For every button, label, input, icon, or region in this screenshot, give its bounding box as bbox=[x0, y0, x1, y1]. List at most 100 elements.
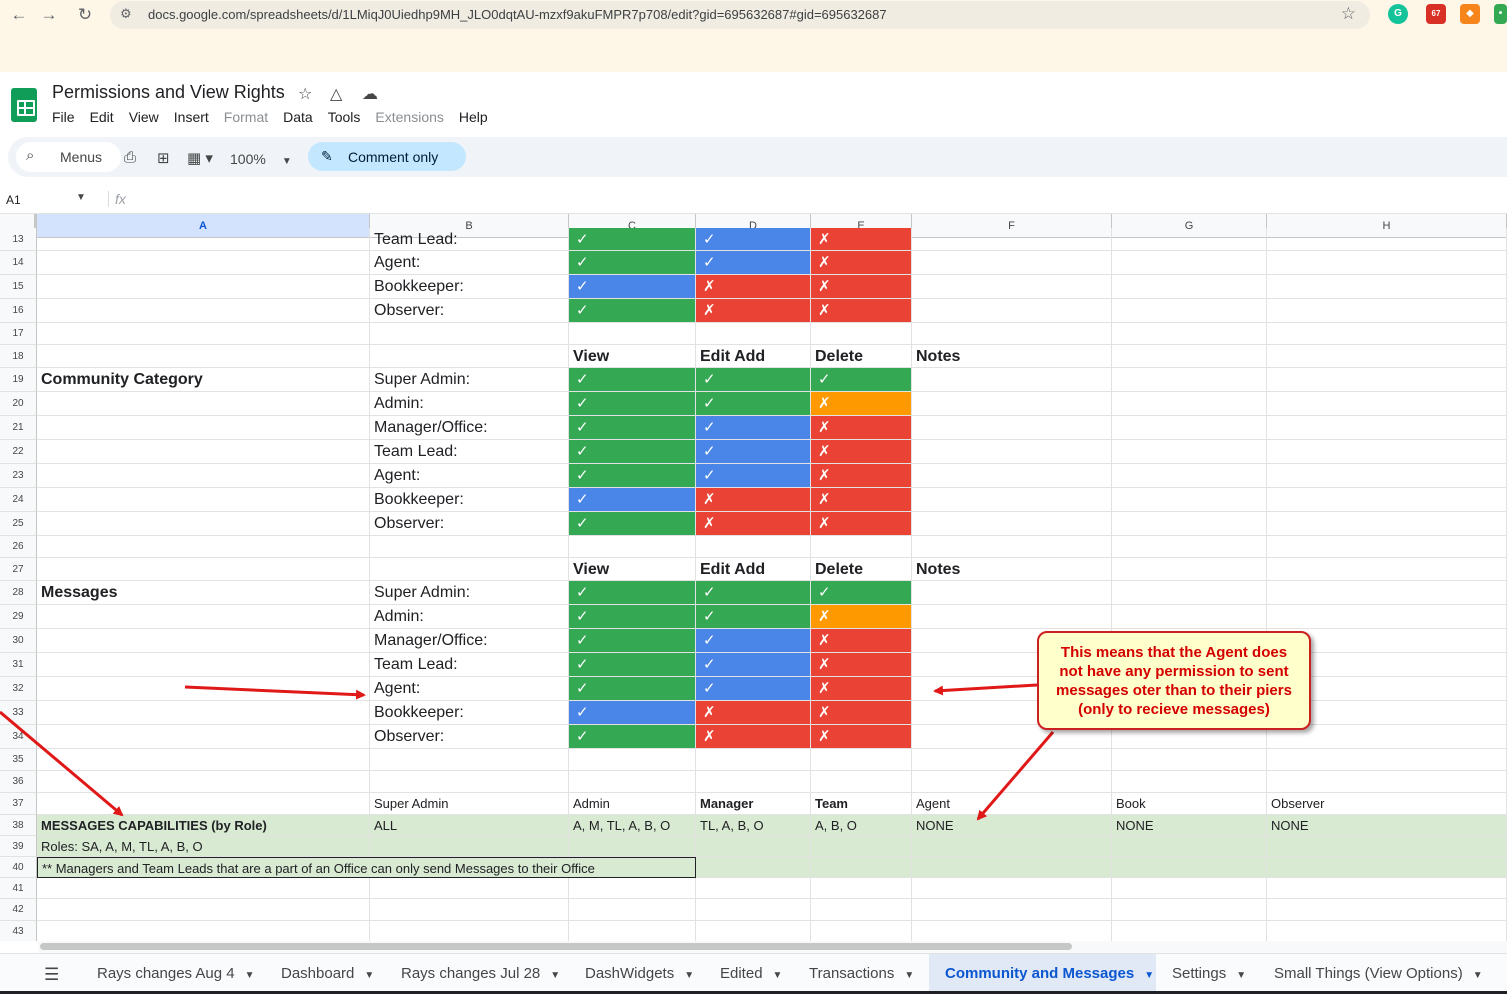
cell-a38[interactable]: MESSAGES CAPABILITIES (by Role) bbox=[37, 815, 370, 836]
cell-c34[interactable]: ✓ bbox=[569, 725, 696, 749]
cell-d42[interactable] bbox=[696, 899, 811, 921]
all-sheets-menu-icon[interactable]: ☰ bbox=[44, 965, 59, 985]
cell-a16[interactable] bbox=[37, 299, 370, 323]
cell-e35[interactable] bbox=[811, 749, 912, 771]
cell-e19[interactable]: ✓ bbox=[811, 368, 912, 392]
cell-f14[interactable] bbox=[912, 251, 1112, 275]
cell-h17[interactable] bbox=[1267, 323, 1507, 345]
cell-f35[interactable] bbox=[912, 749, 1112, 771]
cell-a23[interactable] bbox=[37, 464, 370, 488]
cell-d24[interactable]: ✗ bbox=[696, 488, 811, 512]
cell-d38[interactable]: TL, A, B, O bbox=[696, 815, 811, 836]
calendar-extension-icon[interactable]: 67 bbox=[1426, 4, 1446, 24]
cell-h41[interactable] bbox=[1267, 878, 1507, 899]
cell-b39[interactable] bbox=[370, 836, 569, 857]
cell-g19[interactable] bbox=[1112, 368, 1267, 392]
sheet-tab-rays-changes-jul-28[interactable]: Rays changes Jul 28 ▼ bbox=[385, 954, 569, 992]
cell-c18[interactable]: View bbox=[569, 345, 696, 368]
cell-g24[interactable] bbox=[1112, 488, 1267, 512]
cell-a32[interactable] bbox=[37, 677, 370, 701]
cell-d41[interactable] bbox=[696, 878, 811, 899]
cell-h40[interactable] bbox=[1267, 857, 1507, 878]
cell-f13[interactable] bbox=[912, 228, 1112, 251]
zoom-select[interactable]: 100% ▼ bbox=[230, 151, 292, 167]
cell-e16[interactable]: ✗ bbox=[811, 299, 912, 323]
cell-c38[interactable]: A, M, TL, A, B, O bbox=[569, 815, 696, 836]
cell-e13[interactable]: ✗ bbox=[811, 228, 912, 251]
cell-d13[interactable]: ✓ bbox=[696, 228, 811, 251]
row-header-33[interactable]: 33 bbox=[0, 701, 37, 725]
cell-d40[interactable] bbox=[696, 857, 811, 878]
row-header-16[interactable]: 16 bbox=[0, 299, 37, 323]
cell-a14[interactable] bbox=[37, 251, 370, 275]
move-to-drive-icon[interactable]: △ bbox=[330, 84, 342, 104]
cell-h24[interactable] bbox=[1267, 488, 1507, 512]
cell-h13[interactable] bbox=[1267, 228, 1507, 251]
cell-e42[interactable] bbox=[811, 899, 912, 921]
cell-d23[interactable]: ✓ bbox=[696, 464, 811, 488]
row-header-32[interactable]: 32 bbox=[0, 677, 37, 701]
cell-g39[interactable] bbox=[1112, 836, 1267, 857]
cell-f19[interactable] bbox=[912, 368, 1112, 392]
row-header-23[interactable]: 23 bbox=[0, 464, 37, 488]
cell-d21[interactable]: ✓ bbox=[696, 416, 811, 440]
cell-f37[interactable]: Agent bbox=[912, 793, 1112, 815]
cell-c14[interactable]: ✓ bbox=[569, 251, 696, 275]
cell-f28[interactable] bbox=[912, 581, 1112, 605]
sheet-tab-dashwidgets[interactable]: DashWidgets ▼ bbox=[569, 954, 704, 992]
cell-f26[interactable] bbox=[912, 536, 1112, 558]
cell-b19[interactable]: Super Admin: bbox=[370, 368, 569, 392]
cell-a31[interactable] bbox=[37, 653, 370, 677]
cell-f29[interactable] bbox=[912, 605, 1112, 629]
cell-a36[interactable] bbox=[37, 771, 370, 793]
cell-e33[interactable]: ✗ bbox=[811, 701, 912, 725]
cell-b34[interactable]: Observer: bbox=[370, 725, 569, 749]
chevron-down-icon[interactable]: ▼ bbox=[1144, 970, 1154, 981]
cell-d34[interactable]: ✗ bbox=[696, 725, 811, 749]
cell-d27[interactable]: Edit Add bbox=[696, 558, 811, 581]
cell-g29[interactable] bbox=[1112, 605, 1267, 629]
cell-e31[interactable]: ✗ bbox=[811, 653, 912, 677]
cell-h26[interactable] bbox=[1267, 536, 1507, 558]
cell-a21[interactable] bbox=[37, 416, 370, 440]
row-header-41[interactable]: 41 bbox=[0, 878, 37, 899]
cell-a29[interactable] bbox=[37, 605, 370, 629]
horizontal-scrollbar[interactable] bbox=[38, 941, 1507, 953]
cell-a15[interactable] bbox=[37, 275, 370, 299]
cell-g42[interactable] bbox=[1112, 899, 1267, 921]
sheet-tab-transactions[interactable]: Transactions ▼ bbox=[793, 954, 929, 992]
cell-a33[interactable] bbox=[37, 701, 370, 725]
cell-d25[interactable]: ✗ bbox=[696, 512, 811, 536]
row-header-34[interactable]: 34 bbox=[0, 725, 37, 749]
grammarly-extension-icon[interactable]: G bbox=[1388, 4, 1408, 24]
cell-c27[interactable]: View bbox=[569, 558, 696, 581]
document-title[interactable]: Permissions and View Rights bbox=[52, 82, 285, 103]
cell-e20[interactable]: ✗ bbox=[811, 392, 912, 416]
cell-c22[interactable]: ✓ bbox=[569, 440, 696, 464]
cell-g22[interactable] bbox=[1112, 440, 1267, 464]
cell-g35[interactable] bbox=[1112, 749, 1267, 771]
chevron-down-icon[interactable]: ▼ bbox=[550, 970, 560, 981]
print-icon[interactable]: ⎙ bbox=[124, 149, 136, 166]
scrollbar-thumb[interactable] bbox=[40, 943, 1072, 950]
cell-d26[interactable] bbox=[696, 536, 811, 558]
cell-e38[interactable]: A, B, O bbox=[811, 815, 912, 836]
cell-h29[interactable] bbox=[1267, 605, 1507, 629]
cell-e21[interactable]: ✗ bbox=[811, 416, 912, 440]
cell-g17[interactable] bbox=[1112, 323, 1267, 345]
row-header-13[interactable]: 13 bbox=[0, 228, 37, 251]
cell-g28[interactable] bbox=[1112, 581, 1267, 605]
cell-c41[interactable] bbox=[569, 878, 696, 899]
cell-e25[interactable]: ✗ bbox=[811, 512, 912, 536]
cell-c43[interactable] bbox=[569, 921, 696, 941]
cell-d36[interactable] bbox=[696, 771, 811, 793]
cell-b41[interactable] bbox=[370, 878, 569, 899]
name-box-dropdown-icon[interactable]: ▼ bbox=[76, 192, 86, 203]
chevron-down-icon[interactable]: ▼ bbox=[1473, 970, 1483, 981]
cell-f43[interactable] bbox=[912, 921, 1112, 941]
cell-g16[interactable] bbox=[1112, 299, 1267, 323]
sheet-tab-dashboard[interactable]: Dashboard ▼ bbox=[265, 954, 385, 992]
cell-g40[interactable] bbox=[1112, 857, 1267, 878]
menus-search[interactable]: ⌕ Menus bbox=[16, 142, 121, 172]
cell-b16[interactable]: Observer: bbox=[370, 299, 569, 323]
